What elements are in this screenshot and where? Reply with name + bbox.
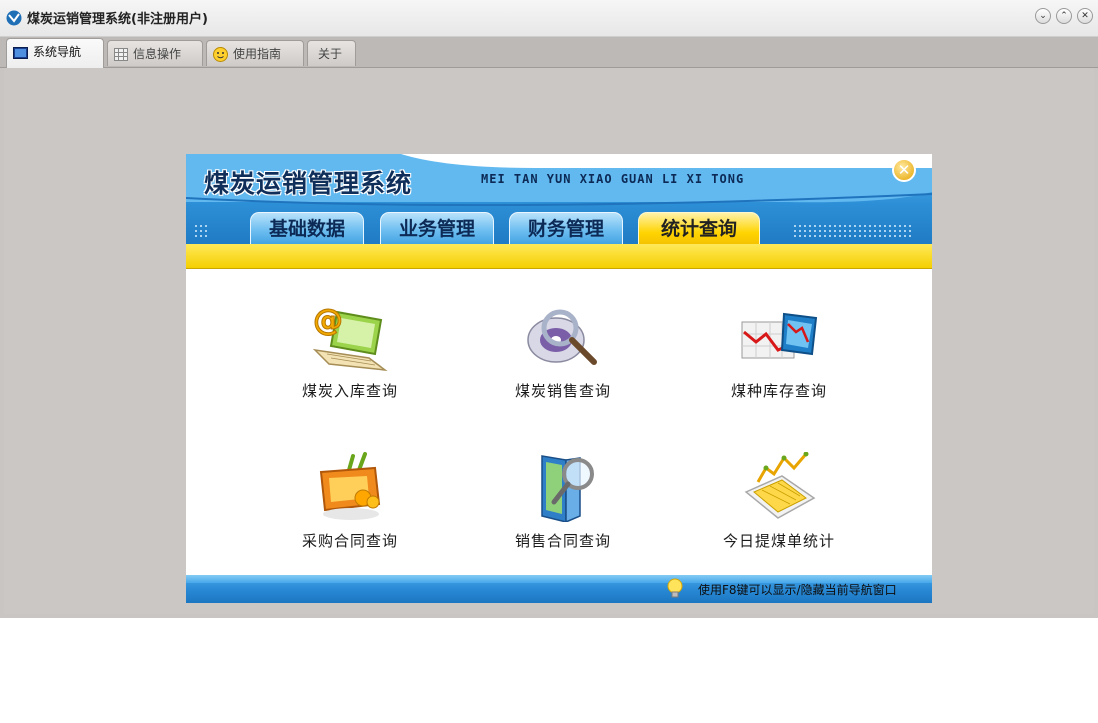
tab-system-navigation[interactable]: 系统导航 — [6, 38, 104, 68]
grid-icon — [114, 48, 128, 61]
system-title-pinyin: MEI TAN YUN XIAO GUAN LI XI TONG — [481, 172, 745, 186]
tab-info-operations[interactable]: 信息操作 — [107, 40, 203, 66]
line-chart-device-icon — [744, 452, 816, 519]
menu-tab-business-management[interactable]: 业务管理 — [380, 212, 494, 246]
func-sales-contract-query[interactable]: 销售合同查询 — [463, 452, 663, 562]
tab-label: 信息操作 — [133, 47, 182, 61]
dots-decoration-right — [793, 224, 911, 239]
menu-tab-basic-data[interactable]: 基础数据 — [250, 212, 364, 246]
hint-text: 使用F8键可以显示/隐藏当前导航窗口 — [698, 583, 897, 597]
binder-magnifier-icon — [541, 455, 594, 522]
app-logo-icon — [6, 10, 22, 26]
dots-decoration-left — [195, 225, 207, 237]
func-coal-inbound-query[interactable]: @ 煤炭入库查询 — [250, 302, 450, 412]
func-coal-type-inventory-query[interactable]: 煤种库存查询 — [679, 302, 879, 412]
title-bar: 煤炭运销管理系统(非注册用户) ⌄ ⌃ ✕ — [0, 0, 1098, 37]
nav-header: 煤炭运销管理系统 MEI TAN YUN XIAO GUAN LI XI TON… — [186, 154, 932, 246]
system-title: 煤炭运销管理系统 — [204, 169, 413, 198]
minimize-button[interactable]: ⌄ — [1035, 8, 1051, 24]
nav-footer: 使用F8键可以显示/隐藏当前导航窗口 — [186, 575, 932, 603]
func-label: 煤炭入库查询 — [301, 382, 398, 400]
tab-label: 使用指南 — [233, 47, 282, 61]
lightbulb-icon — [667, 578, 683, 598]
laptop-email-icon: @ — [313, 303, 388, 372]
magnifier-disc-icon — [527, 309, 597, 365]
func-coal-sales-query[interactable]: 煤炭销售查询 — [463, 302, 663, 412]
menu-tab-statistics-query[interactable]: 统计查询 — [638, 212, 760, 246]
func-today-coal-bill-stats[interactable]: 今日提煤单统计 — [679, 452, 879, 562]
window-title: 煤炭运销管理系统(非注册用户) — [27, 12, 208, 27]
menu-tab-finance-management[interactable]: 财务管理 — [509, 212, 623, 246]
func-purchase-contract-query[interactable]: 采购合同查询 — [250, 452, 450, 562]
help-face-icon — [213, 47, 228, 62]
func-label: 煤炭销售查询 — [514, 382, 611, 400]
tab-label: 系统导航 — [33, 45, 82, 59]
nav-close-icon[interactable]: ✕ — [892, 158, 916, 182]
tv-fruit-icon — [319, 452, 381, 520]
func-label: 采购合同查询 — [301, 532, 398, 550]
svg-text:@: @ — [313, 303, 343, 338]
tab-about[interactable]: 关于 — [307, 40, 356, 66]
tab-user-guide[interactable]: 使用指南 — [206, 40, 304, 66]
active-tab-band — [186, 244, 932, 269]
monitor-icon — [13, 46, 28, 59]
tab-strip: 系统导航 信息操作 使用指南 关于 — [0, 37, 1098, 68]
chart-monitor-icon — [741, 312, 818, 359]
navigation-panel: 煤炭运销管理系统 MEI TAN YUN XIAO GUAN LI XI TON… — [186, 154, 932, 603]
maximize-button[interactable]: ⌃ — [1056, 8, 1072, 24]
func-label: 销售合同查询 — [514, 532, 611, 550]
close-button[interactable]: ✕ — [1077, 8, 1093, 24]
app-window: 煤炭运销管理系统(非注册用户) ⌄ ⌃ ✕ 系统导航 信息操作 使用指南 关于 … — [0, 0, 1098, 618]
tab-label: 关于 — [318, 47, 343, 61]
func-label: 今日提煤单统计 — [722, 532, 835, 550]
func-label: 煤种库存查询 — [730, 382, 827, 400]
